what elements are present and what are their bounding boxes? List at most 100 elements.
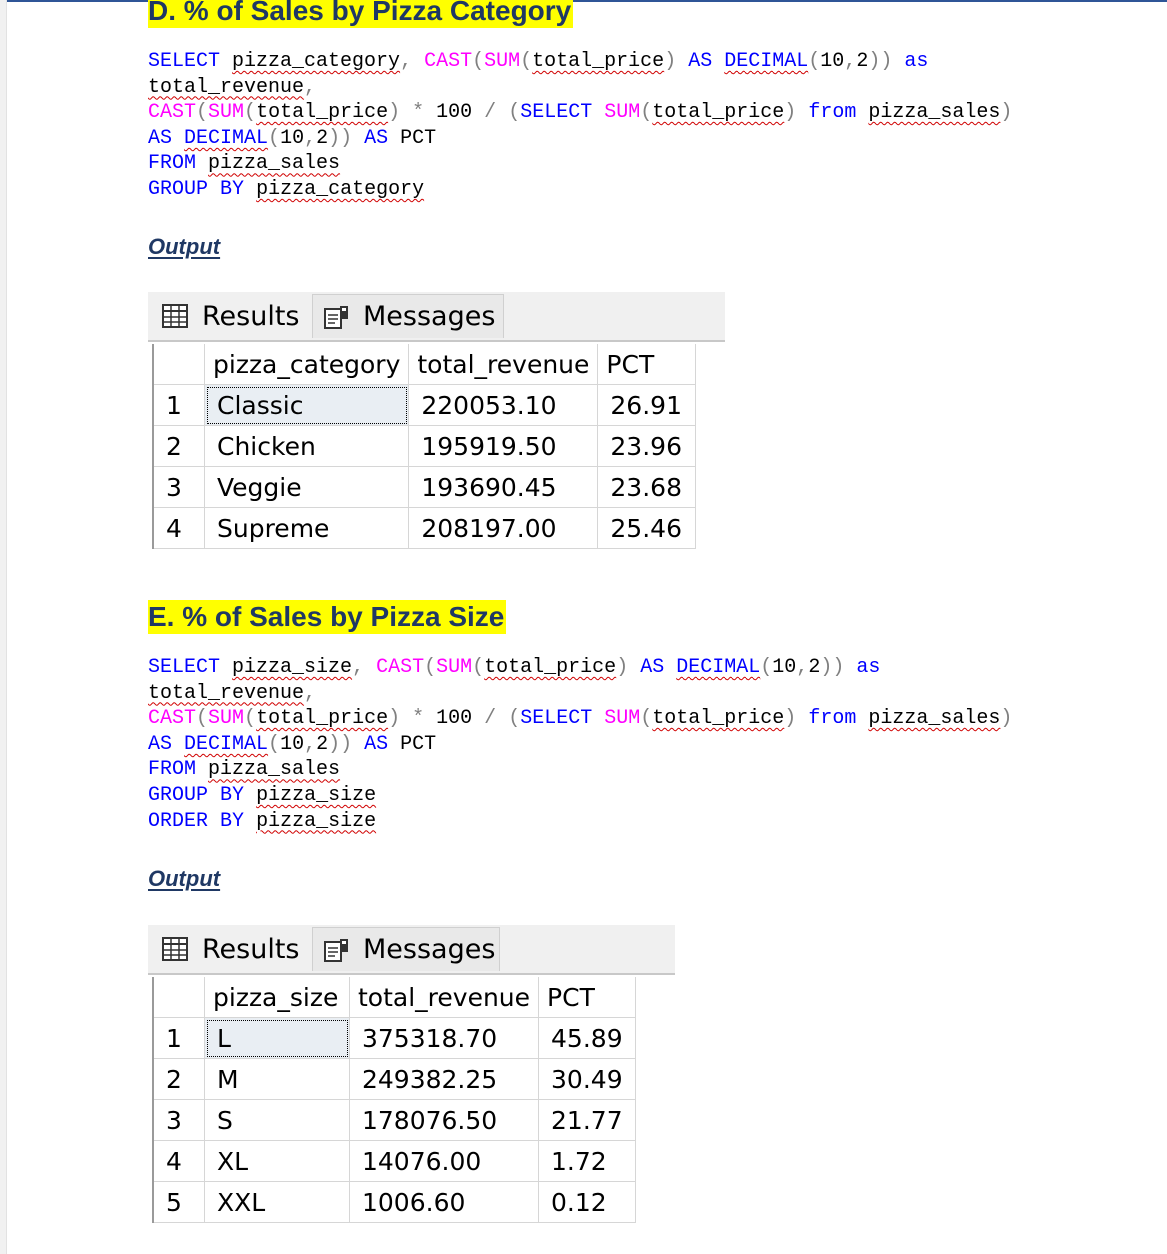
section-d-header-row: pizza_category total_revenue PCT	[154, 344, 697, 385]
sql-token: (	[640, 101, 653, 125]
column-header[interactable]: pizza_size	[204, 977, 350, 1018]
section-d-messages-tab-label: Messages	[363, 301, 496, 332]
sql-token: (	[472, 656, 485, 679]
table-cell[interactable]: 45.89	[538, 1017, 636, 1059]
table-row[interactable]: 4 XL 14076.00 1.72	[154, 1140, 636, 1182]
table-cell[interactable]: XXL	[204, 1181, 350, 1223]
sql-token: (	[472, 50, 485, 73]
section-d-heading: D. % of Sales by Pizza Category	[148, 0, 574, 28]
section-e-rows: 1 L 375318.70 45.89 2 M 249382.25 30.49 3 S 178076…	[154, 1017, 636, 1223]
table-cell[interactable]: S	[204, 1099, 350, 1141]
section-e-results-tab[interactable]: Results	[152, 927, 310, 971]
table-cell[interactable]: 26.91	[597, 384, 697, 426]
table-cell[interactable]: 23.68	[597, 466, 697, 508]
sql-token: /	[484, 707, 497, 731]
section-e-results-grid: pizza_size total_revenue PCT 1 L 375318.70…	[152, 977, 636, 1223]
table-cell[interactable]: M	[204, 1058, 350, 1100]
table-row[interactable]: 3 S 178076.50 21.77	[154, 1099, 636, 1141]
table-cell[interactable]: 30.49	[538, 1058, 636, 1100]
table-row[interactable]: 1 L 375318.70 45.89	[154, 1017, 636, 1059]
sql-token: pizza_size	[256, 809, 377, 833]
sql-token: DECIMAL	[184, 732, 269, 756]
table-row[interactable]: 4 Supreme 208197.00 25.46	[154, 507, 697, 549]
sql-token: ))	[868, 50, 893, 73]
sql-token: (	[760, 656, 773, 679]
sql-token: )	[1000, 707, 1013, 731]
sql-token: from	[808, 101, 857, 125]
table-cell[interactable]: Classic	[204, 384, 410, 426]
table-cell[interactable]: 23.96	[597, 425, 697, 467]
sql-token: /	[484, 101, 497, 125]
table-row[interactable]: 1 Classic 220053.10 26.91	[154, 384, 697, 426]
sql-token: total_price	[256, 707, 389, 731]
table-cell[interactable]: 21.77	[538, 1099, 636, 1141]
table-cell[interactable]: 193690.45	[408, 466, 599, 508]
table-cell[interactable]: 195919.50	[408, 425, 599, 467]
column-header[interactable]: pizza_category	[204, 344, 410, 385]
table-cell[interactable]: 220053.10	[408, 384, 599, 426]
sql-token: )	[784, 707, 797, 731]
section-d-messages-tab[interactable]: Messages	[312, 294, 504, 338]
section-d-results-table: pizza_category total_revenue PCT 1 Classi…	[154, 344, 697, 549]
table-cell[interactable]: 1006.60	[349, 1181, 540, 1223]
section-e-results-table: pizza_size total_revenue PCT 1 L 375318.70…	[154, 977, 636, 1223]
sql-token: pizza_sales	[868, 707, 1001, 731]
table-cell[interactable]: Veggie	[204, 466, 410, 508]
row-number: 2	[154, 1058, 205, 1100]
column-header[interactable]: PCT	[597, 344, 697, 385]
table-cell[interactable]: 14076.00	[349, 1140, 540, 1182]
column-header[interactable]: total_revenue	[349, 977, 540, 1018]
sql-token: ))	[328, 732, 353, 756]
section-d-results-tab[interactable]: Results	[152, 294, 310, 338]
sql-token: BY	[220, 177, 245, 201]
sql-token: PCT	[388, 126, 437, 150]
sql-token: DECIMAL	[676, 656, 761, 679]
sql-token: CAST	[376, 656, 425, 679]
table-row[interactable]: 3 Veggie 193690.45 23.68	[154, 466, 697, 508]
section-e-header-row: pizza_size total_revenue PCT	[154, 977, 636, 1018]
table-cell[interactable]: Supreme	[204, 507, 410, 549]
table-cell[interactable]: 25.46	[597, 507, 697, 549]
sql-token: )	[784, 101, 797, 125]
row-number-header	[154, 344, 205, 385]
section-e-heading: E. % of Sales by Pizza Size	[148, 600, 507, 634]
table-cell[interactable]: Chicken	[204, 425, 410, 467]
table-cell[interactable]: XL	[204, 1140, 350, 1182]
sql-token: DECIMAL	[724, 50, 809, 73]
table-row[interactable]: 2 M 249382.25 30.49	[154, 1058, 636, 1100]
table-cell[interactable]: 208197.00	[408, 507, 599, 549]
column-header[interactable]: PCT	[538, 977, 636, 1018]
sql-token: AS	[148, 732, 173, 756]
section-e-messages-tab[interactable]: Messages	[312, 927, 500, 971]
table-cell[interactable]: 375318.70	[349, 1017, 540, 1059]
section-d-results-panel: Results Messages pizza_category total_re…	[148, 292, 725, 554]
table-cell[interactable]: 178076.50	[349, 1099, 540, 1141]
sql-token: 2	[316, 126, 329, 150]
sql-token: PCT	[388, 732, 437, 756]
section-d-results-tab-label: Results	[202, 300, 300, 332]
table-row[interactable]: 5 XXL 1006.60 0.12	[154, 1181, 636, 1223]
table-row[interactable]: 2 Chicken 195919.50 23.96	[154, 425, 697, 467]
sql-token: (	[808, 50, 821, 73]
sql-token: 10	[280, 126, 305, 150]
section-e-tab-bar: Results Messages	[148, 925, 675, 975]
table-cell[interactable]: 0.12	[538, 1181, 636, 1223]
sql-token: SUM	[436, 656, 473, 679]
section-e-sql-query: SELECT pizza_size, CAST(SUM(total_price)…	[148, 655, 1012, 834]
row-number: 2	[154, 425, 205, 467]
table-cell[interactable]: L	[204, 1017, 350, 1059]
table-cell[interactable]: 1.72	[538, 1140, 636, 1182]
sql-token: (	[508, 707, 521, 731]
sql-token: FROM	[148, 152, 197, 176]
table-cell[interactable]: 249382.25	[349, 1058, 540, 1100]
sql-token: total_price	[256, 101, 389, 125]
sql-token: total_revenue	[148, 75, 305, 99]
column-header[interactable]: total_revenue	[408, 344, 599, 385]
sql-token: ))	[820, 656, 845, 679]
